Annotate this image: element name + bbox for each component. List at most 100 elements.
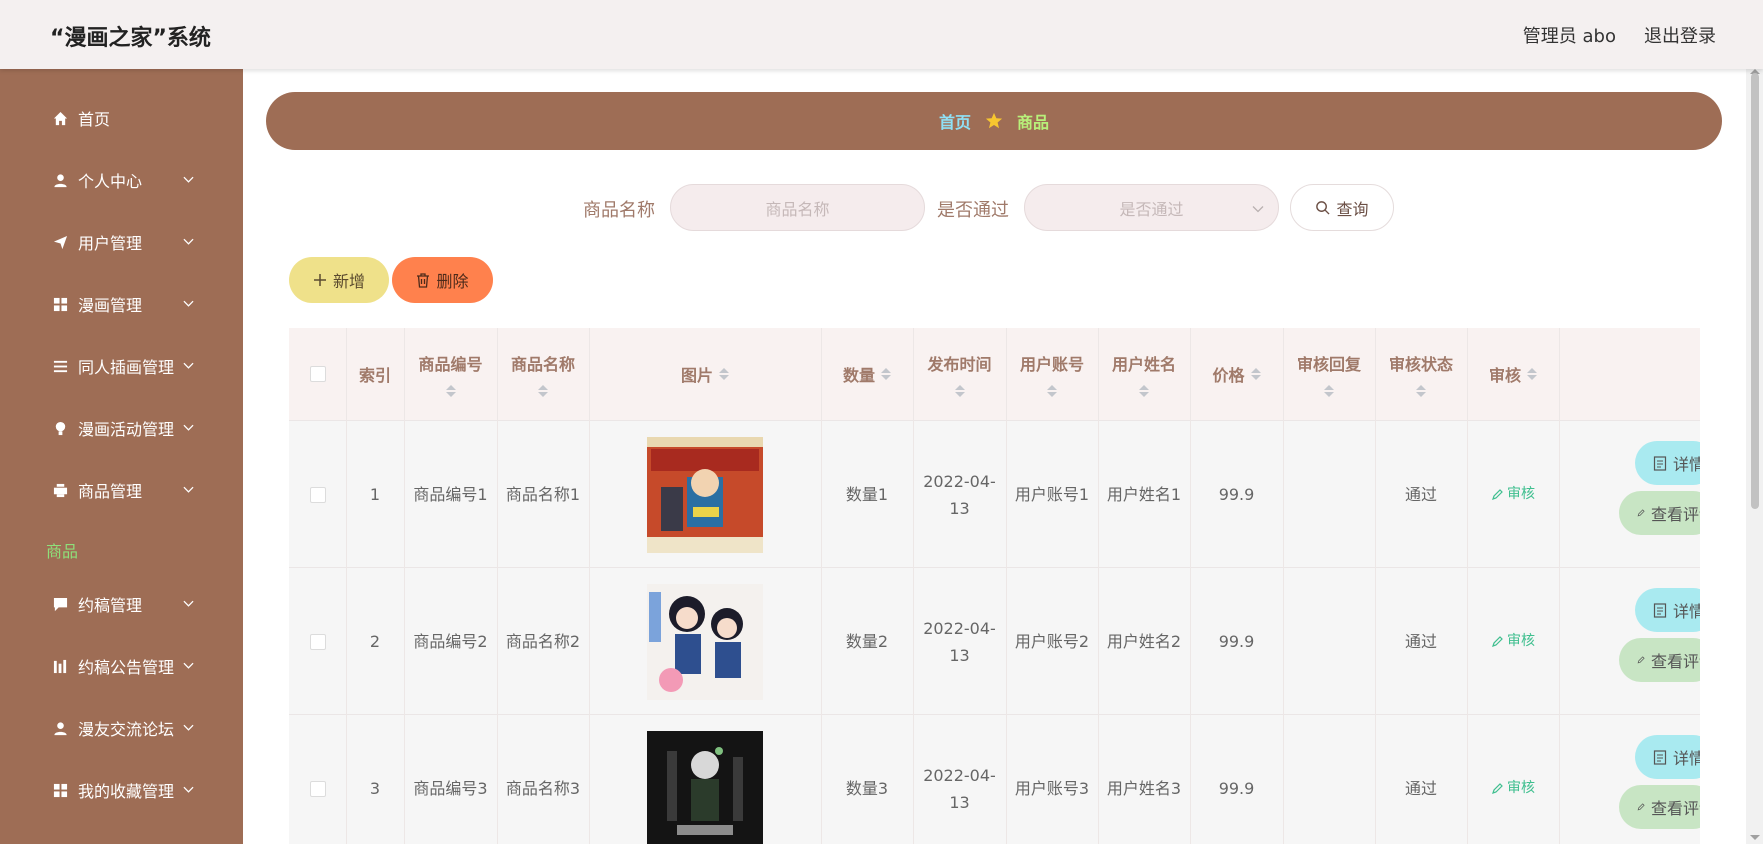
cell-reply xyxy=(1283,568,1375,715)
column-divider xyxy=(1559,328,1560,844)
add-button[interactable]: 新增 xyxy=(289,257,389,303)
chevron-down-icon xyxy=(183,724,194,731)
cell-name: 商品名称2 xyxy=(505,632,581,651)
approve-link[interactable]: 审核 xyxy=(1491,775,1535,802)
scroll-down-icon[interactable] xyxy=(1750,835,1760,840)
delete-button-label: 删除 xyxy=(436,272,469,291)
row-select[interactable] xyxy=(289,568,346,715)
sidebar-item-favorites[interactable]: 我的收藏管理 xyxy=(0,765,243,815)
sidebar-item-label: 漫画管理 xyxy=(78,296,143,315)
logout-link[interactable]: 退出登录 xyxy=(1644,22,1716,48)
delete-button[interactable]: 删除 xyxy=(392,257,493,303)
cell-name: 商品名称1 xyxy=(505,485,581,504)
detail-button[interactable]: 详情 xyxy=(1635,588,1700,632)
sidebar-item-personal[interactable]: 个人中心 xyxy=(0,155,243,205)
row-select[interactable] xyxy=(289,421,346,568)
sidebar: 首页 个人中心 用户管理 漫画管理 同人插画管理 漫画活动管理 商品管理 商品 … xyxy=(0,69,243,844)
sort-icon[interactable] xyxy=(1250,368,1261,380)
sidebar-item-fanart[interactable]: 同人插画管理 xyxy=(0,341,243,391)
header-image[interactable]: 图片 xyxy=(589,328,821,420)
sort-icon[interactable] xyxy=(1047,385,1057,397)
sort-icon[interactable] xyxy=(881,368,891,380)
send-icon xyxy=(52,234,68,250)
select-all-checkbox[interactable] xyxy=(309,366,326,382)
sidebar-item-products[interactable]: 商品管理 xyxy=(0,465,243,515)
approve-label: 审核 xyxy=(1507,486,1535,502)
header-reply[interactable]: 审核回复 xyxy=(1283,328,1375,420)
sort-icon[interactable] xyxy=(1527,368,1537,380)
row-checkbox[interactable] xyxy=(309,633,326,650)
row-checkbox[interactable] xyxy=(309,486,326,503)
product-name-label: 商品名称 xyxy=(583,200,655,221)
header-name[interactable]: 商品名称 xyxy=(497,328,589,420)
sidebar-item-users[interactable]: 用户管理 xyxy=(0,217,243,267)
row-checkbox[interactable] xyxy=(309,780,326,797)
table-row: 3 商品编号3 商品名称3 数量3 2022-04-13 用户账号3 用户姓名3… xyxy=(289,714,1700,844)
document-icon xyxy=(1653,602,1667,618)
cell-code: 商品编号1 xyxy=(413,485,488,504)
table-row: 2 商品编号2 商品名称2 数量2 2022-04-13 用户账号2 用户姓名2… xyxy=(289,567,1700,714)
chevron-down-icon xyxy=(183,600,194,607)
home-icon xyxy=(52,110,68,126)
star-icon xyxy=(985,112,1003,129)
detail-button[interactable]: 详情 xyxy=(1635,441,1700,485)
header-code[interactable]: 商品编号 xyxy=(404,328,497,420)
header-status[interactable]: 审核状态 xyxy=(1375,328,1467,420)
header-label: 用户账号 xyxy=(1019,355,1084,374)
sort-icon[interactable] xyxy=(719,368,729,380)
sort-icon[interactable] xyxy=(445,385,456,397)
header-label: 数量 xyxy=(842,366,875,385)
cell-account: 用户账号1 xyxy=(1014,485,1090,504)
column-divider xyxy=(1190,328,1191,844)
column-divider xyxy=(497,328,498,844)
sidebar-subitem-products[interactable]: 商品 xyxy=(46,538,78,562)
pass-status-select[interactable]: 是否通过 xyxy=(1024,184,1279,231)
query-button[interactable]: 查询 xyxy=(1290,184,1394,231)
edit-icon xyxy=(1637,509,1645,517)
sidebar-item-home[interactable]: 首页 xyxy=(0,93,243,143)
approve-link[interactable]: 审核 xyxy=(1491,481,1535,508)
header-username[interactable]: 用户姓名 xyxy=(1098,328,1190,420)
cell-index: 1 xyxy=(369,485,381,504)
view-comments-button[interactable]: 查看评论 xyxy=(1619,491,1700,535)
detail-button[interactable]: 详情 xyxy=(1635,735,1700,779)
page-scrollbar[interactable] xyxy=(1746,69,1763,844)
sort-icon[interactable] xyxy=(1139,385,1149,397)
approve-link[interactable]: 审核 xyxy=(1491,628,1535,655)
scrollbar-thumb[interactable] xyxy=(1751,73,1759,509)
header-label: 审核状态 xyxy=(1388,355,1453,374)
header-price[interactable]: 价格 xyxy=(1190,328,1283,420)
user-icon xyxy=(52,172,68,188)
product-image xyxy=(647,583,763,700)
sidebar-item-commission-notices[interactable]: 约稿公告管理 xyxy=(0,641,243,691)
header-select-all[interactable] xyxy=(289,328,346,420)
header-approve[interactable]: 审核 xyxy=(1467,328,1559,420)
breadcrumb-home[interactable]: 首页 xyxy=(939,109,971,133)
sidebar-item-activities[interactable]: 漫画活动管理 xyxy=(0,403,243,453)
sort-icon[interactable] xyxy=(1324,385,1334,397)
edit-icon xyxy=(1492,782,1503,794)
view-comments-button[interactable]: 查看评论 xyxy=(1619,785,1700,829)
sidebar-item-forum[interactable]: 漫友交流论坛 xyxy=(0,703,243,753)
cell-username: 用户姓名2 xyxy=(1106,632,1182,651)
header-quantity[interactable]: 数量 xyxy=(821,328,913,420)
chevron-down-icon xyxy=(183,300,194,307)
sort-icon[interactable] xyxy=(954,385,965,397)
cell-index: 2 xyxy=(369,632,381,651)
grid-icon xyxy=(52,782,68,798)
header-label: 用户姓名 xyxy=(1111,355,1176,374)
product-name-input[interactable]: 商品名称 xyxy=(670,184,925,231)
admin-label[interactable]: 管理员 abo xyxy=(1523,22,1616,48)
sort-icon[interactable] xyxy=(538,385,548,397)
sort-icon[interactable] xyxy=(1416,385,1426,397)
trash-icon xyxy=(417,272,430,288)
sidebar-item-commissions[interactable]: 约稿管理 xyxy=(0,579,243,629)
header-label: 索引 xyxy=(358,366,391,385)
cell-status: 通过 xyxy=(1404,632,1437,651)
grid-icon xyxy=(52,296,68,312)
header-time[interactable]: 发布时间 xyxy=(913,328,1006,420)
row-select[interactable] xyxy=(289,715,346,844)
header-account[interactable]: 用户账号 xyxy=(1006,328,1098,420)
sidebar-item-comics[interactable]: 漫画管理 xyxy=(0,279,243,329)
view-comments-button[interactable]: 查看评论 xyxy=(1619,638,1700,682)
